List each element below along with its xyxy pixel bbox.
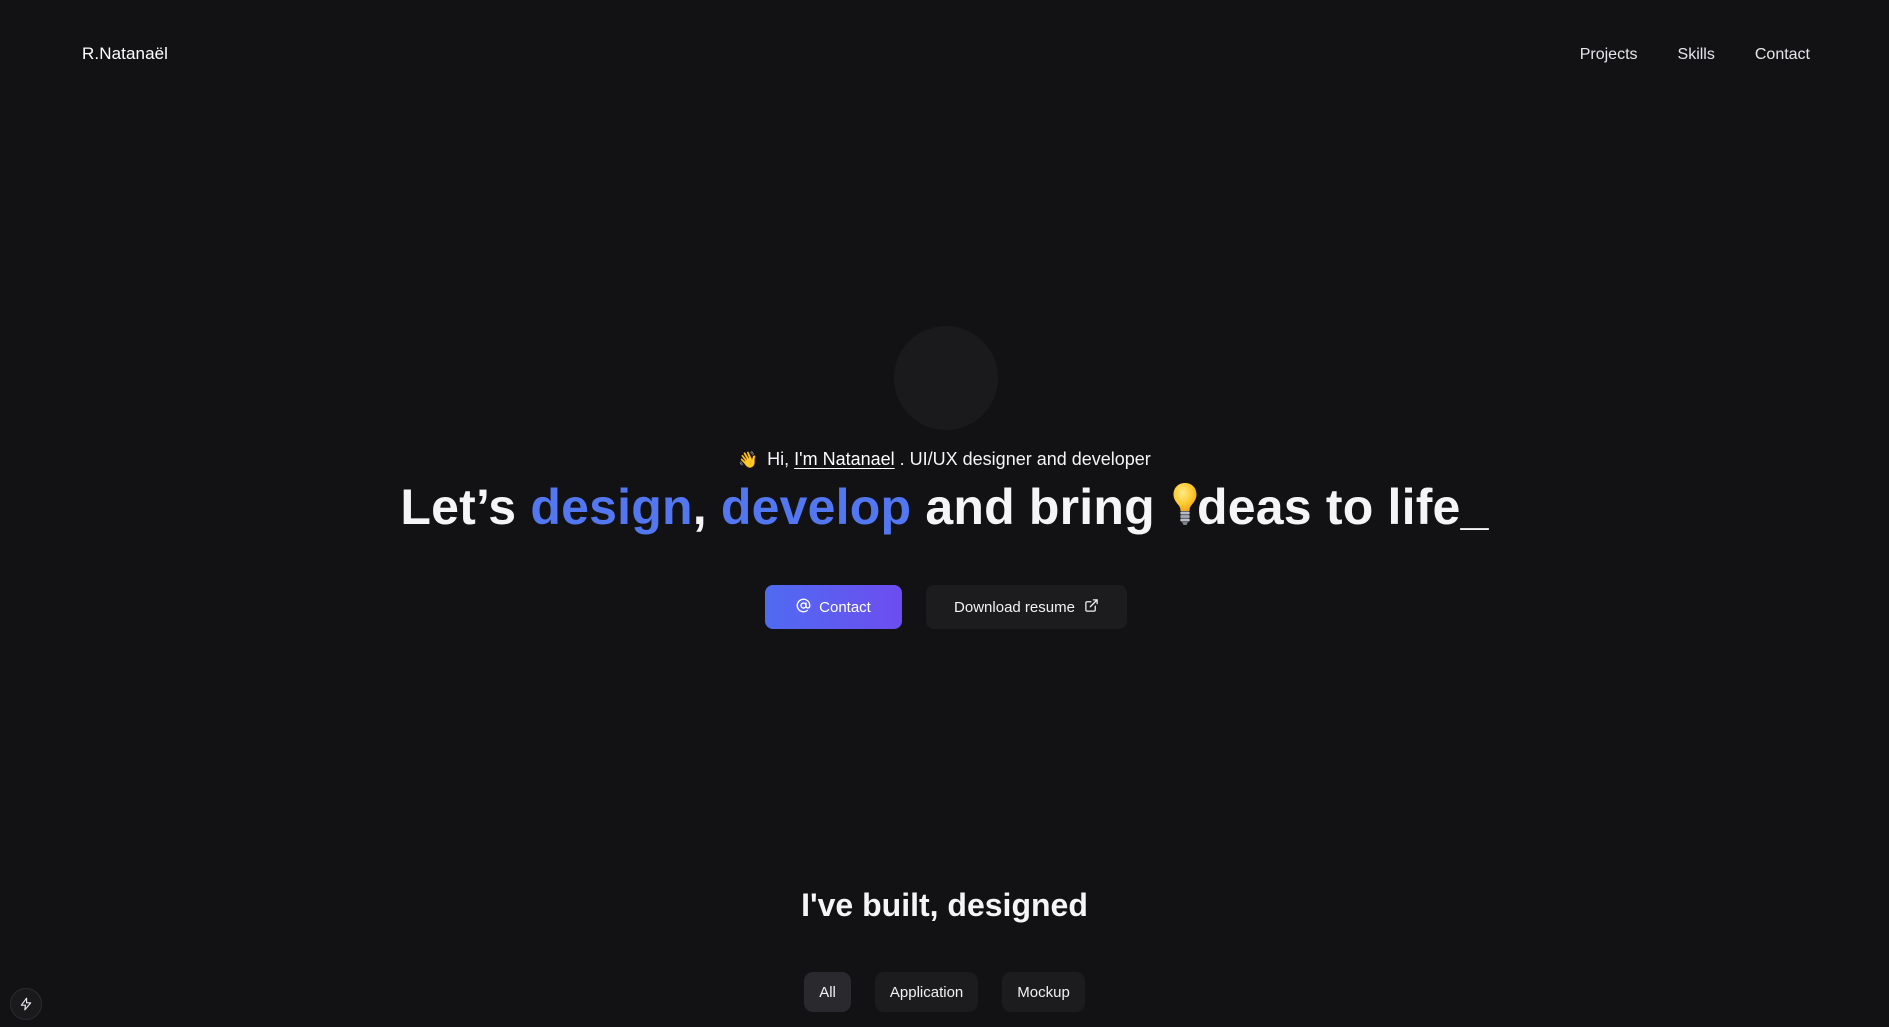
headline-part3: and bring [911, 479, 1169, 535]
brand-logo[interactable]: R.Natanaël [82, 44, 168, 64]
hero-intro: 👋 Hi, I'm Natanael . UI/UX designer and … [0, 449, 1889, 470]
projects-section-title: I've built, designed [801, 887, 1088, 923]
contact-button-label: Contact [819, 598, 871, 616]
filter-application[interactable]: Application [874, 972, 979, 1012]
project-filters: All Application Mockup [0, 972, 1889, 1012]
filter-mockup[interactable]: Mockup [1002, 972, 1085, 1012]
download-resume-button[interactable]: Download resume [926, 585, 1127, 629]
lightning-icon[interactable] [10, 988, 42, 1020]
headline-accent-develop: develop [720, 479, 912, 535]
avatar [894, 326, 998, 430]
filter-all[interactable]: All [804, 972, 851, 1012]
nav-projects[interactable]: Projects [1580, 46, 1638, 64]
contact-button[interactable]: Contact [765, 585, 902, 629]
nav-skills[interactable]: Skills [1678, 46, 1715, 64]
headline-part2: , [692, 479, 721, 535]
headline-accent-design: design [530, 479, 693, 535]
main-nav: Projects Skills Contact [1580, 46, 1810, 64]
nav-contact[interactable]: Contact [1755, 46, 1810, 64]
intro-suffix: . UI/UX designer and developer [899, 449, 1151, 469]
page: R.Natanaël Projects Skills Contact 👋 Hi,… [0, 0, 1889, 1027]
wave-icon: 👋 [738, 452, 759, 469]
intro-name-link[interactable]: I'm Natanael [794, 449, 895, 469]
download-resume-label: Download resume [954, 598, 1075, 616]
headline-part4: deas to life_ [1196, 479, 1489, 535]
external-link-icon [1084, 598, 1099, 617]
intro-prefix: Hi, [767, 449, 790, 469]
lightbulb-icon [1172, 481, 1198, 529]
headline-part1: Let’s [400, 479, 531, 535]
at-sign-icon [796, 598, 811, 617]
hero-headline: Let’s design, develop and bring deas to … [0, 478, 1889, 536]
